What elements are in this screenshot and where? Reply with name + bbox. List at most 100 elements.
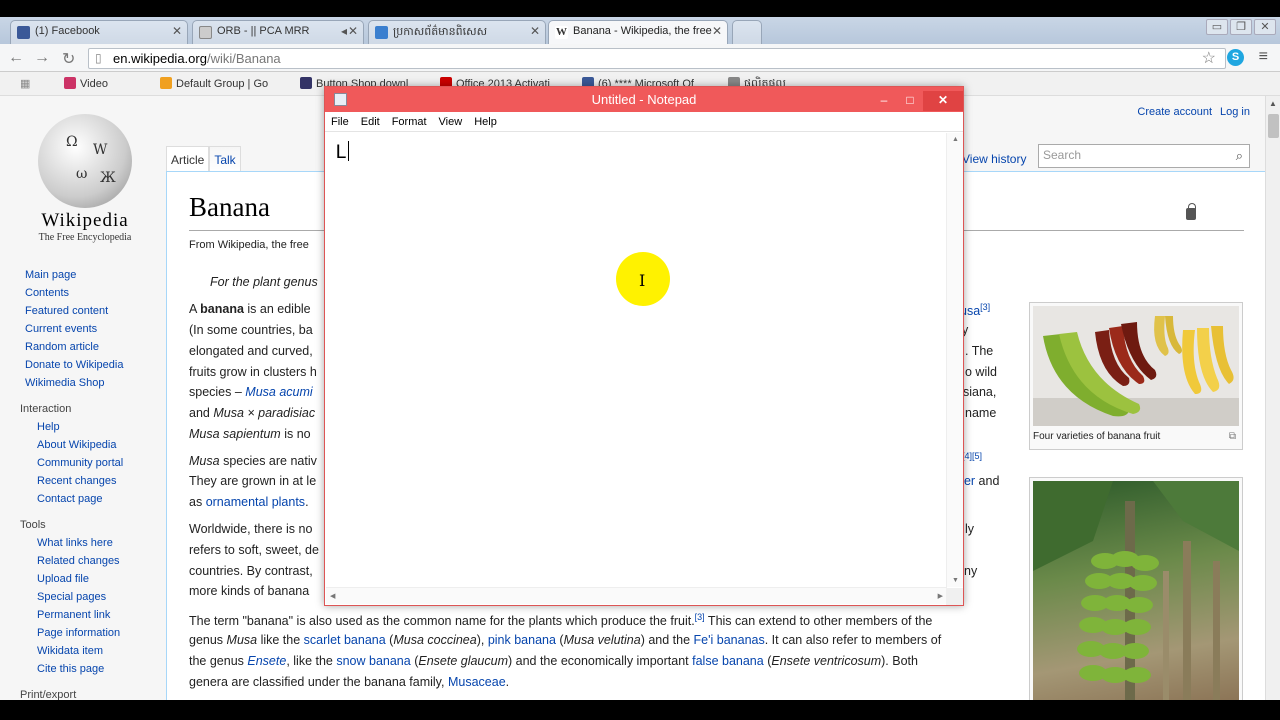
maximize-button[interactable]: □: [897, 91, 923, 111]
minimize-button[interactable]: –: [871, 91, 897, 111]
p3-line1: Worldwide, there is no: [189, 522, 313, 536]
scroll-right-icon[interactable]: ▶: [938, 592, 943, 600]
link-musaceae[interactable]: Musaceae: [448, 675, 506, 689]
address-bar[interactable]: ▯ en.wikipedia.org/wiki/Banana: [88, 48, 1226, 69]
sidebar-item-wikidata[interactable]: Wikidata item: [20, 642, 160, 660]
site-icon: [375, 26, 388, 39]
search-input[interactable]: Search ⌕: [1038, 144, 1250, 168]
sidebar-item-featured[interactable]: Featured content: [20, 302, 160, 320]
thumbnail-banana-varieties: Four varieties of banana fruit ⧉: [1029, 302, 1243, 450]
menu-format[interactable]: Format: [392, 112, 427, 132]
menu-help[interactable]: Help: [474, 112, 497, 132]
link-ensete[interactable]: Ensete: [247, 654, 286, 668]
menu-file[interactable]: File: [331, 112, 349, 132]
maximize-icon[interactable]: ❐: [1230, 19, 1252, 35]
screen: (1) Facebook ✕ ORB - || PCA MRR ◂ ✕ ប្រក…: [0, 0, 1280, 720]
scroll-down-icon[interactable]: ▼: [952, 577, 959, 584]
close-button[interactable]: ✕: [923, 91, 963, 111]
enlarge-icon[interactable]: ⧉: [1229, 431, 1236, 442]
create-account-link[interactable]: Create account: [1137, 106, 1212, 118]
sidebar-item-permanent[interactable]: Permanent link: [20, 606, 160, 624]
page-scrollbar[interactable]: ▲: [1265, 96, 1280, 700]
sidebar-item-page-info[interactable]: Page information: [20, 624, 160, 642]
lock-icon: [1186, 203, 1196, 220]
link-scarlet-banana[interactable]: scarlet banana: [304, 633, 386, 647]
close-icon[interactable]: ✕: [172, 24, 182, 38]
link-musa-acuminata[interactable]: Musa acumi: [245, 385, 312, 399]
tab-facebook[interactable]: (1) Facebook ✕: [10, 20, 188, 44]
sidebar-item-shop[interactable]: Wikimedia Shop: [20, 374, 160, 392]
search-icon[interactable]: ⌕: [1236, 148, 1243, 164]
sidebar-item-contact[interactable]: Contact page: [20, 490, 160, 508]
close-icon[interactable]: ✕: [712, 24, 722, 38]
sidebar-item-what-links[interactable]: What links here: [20, 534, 160, 552]
sidebar-item-upload[interactable]: Upload file: [20, 570, 160, 588]
sidebar-item-community[interactable]: Community portal: [20, 454, 160, 472]
link-false-banana[interactable]: false banana: [692, 654, 764, 668]
tab-talk[interactable]: Talk: [209, 146, 241, 174]
tab-article[interactable]: Article: [166, 146, 210, 174]
thumbnail-caption: Four varieties of banana fruit ⧉: [1033, 431, 1236, 442]
resize-grip[interactable]: [946, 588, 963, 605]
new-tab-button[interactable]: [732, 20, 762, 44]
scroll-up-icon[interactable]: ▲: [952, 136, 959, 143]
sidebar-heading-tools[interactable]: Tools: [20, 516, 160, 534]
close-icon[interactable]: ✕: [1254, 19, 1276, 35]
apps-icon[interactable]: ▦: [20, 77, 30, 90]
speaker-icon: ◂: [340, 24, 347, 38]
wikipedia-wordmark: Wikipedia: [41, 210, 129, 231]
notepad-text-area[interactable]: L: [326, 133, 947, 587]
sidebar-item-about[interactable]: About Wikipedia: [20, 436, 160, 454]
scroll-left-icon[interactable]: ◀: [330, 592, 335, 600]
notepad-vertical-scrollbar[interactable]: ▲ ▼: [946, 133, 963, 587]
close-icon[interactable]: ✕: [530, 24, 540, 38]
bookmark-item[interactable]: Default Group | Go: [160, 77, 268, 90]
bookmark-star-icon[interactable]: ☆: [1202, 48, 1216, 68]
tab-orb[interactable]: ORB - || PCA MRR ◂ ✕: [192, 20, 364, 44]
bookmark-icon: [300, 77, 312, 89]
tab-wikipedia[interactable]: W Banana - Wikipedia, the free ✕: [548, 20, 728, 44]
p3-line4: more kinds of banana: [189, 584, 310, 598]
sidebar-item-current-events[interactable]: Current events: [20, 320, 160, 338]
menu-edit[interactable]: Edit: [361, 112, 380, 132]
menu-icon[interactable]: ≡: [1259, 48, 1268, 66]
p1-right5: siana,: [963, 385, 997, 399]
notepad-horizontal-scrollbar[interactable]: ◀ ▶: [326, 587, 947, 604]
scrollbar-thumb[interactable]: [1268, 114, 1279, 138]
banana-plant-image[interactable]: [1033, 481, 1239, 703]
link-pink-banana[interactable]: pink banana: [488, 633, 556, 647]
sidebar-item-related-changes[interactable]: Related changes: [20, 552, 160, 570]
forward-icon[interactable]: →: [34, 49, 50, 67]
login-link[interactable]: Log in: [1220, 106, 1250, 118]
p1-line1: A banana is an edible: [189, 302, 311, 316]
sidebar-item-random[interactable]: Random article: [20, 338, 160, 356]
reload-icon[interactable]: ↻: [62, 49, 75, 69]
link-snow-banana[interactable]: snow banana: [336, 654, 410, 668]
scroll-up-icon[interactable]: ▲: [1269, 99, 1277, 108]
sidebar-item-help[interactable]: Help: [20, 418, 160, 436]
p1-line3: elongated and curved,: [189, 344, 313, 358]
sidebar-item-special[interactable]: Special pages: [20, 588, 160, 606]
sidebar-item-cite[interactable]: Cite this page: [20, 660, 160, 678]
wikipedia-logo[interactable]: ΩWωЖ Wikipedia The Free Encyclopedia: [25, 114, 145, 243]
back-icon[interactable]: ←: [8, 49, 24, 67]
tab-khmer-news[interactable]: ប្រកាសព័ត៌មានពិសេស ✕: [368, 20, 546, 44]
sidebar-heading-interaction[interactable]: Interaction: [20, 400, 160, 418]
bookmark-item[interactable]: Video: [64, 77, 108, 90]
banana-varieties-image[interactable]: [1033, 306, 1239, 426]
menu-view[interactable]: View: [439, 112, 463, 132]
tab-strip: (1) Facebook ✕ ORB - || PCA MRR ◂ ✕ ប្រក…: [0, 17, 1280, 44]
search-placeholder: Search: [1043, 148, 1082, 162]
window-controls: ▭ ❐ ✕: [1204, 19, 1276, 35]
sidebar-item-recent-changes[interactable]: Recent changes: [20, 472, 160, 490]
close-icon[interactable]: ✕: [348, 24, 358, 38]
sidebar-item-contents[interactable]: Contents: [20, 284, 160, 302]
view-history-tab[interactable]: View history: [962, 152, 1026, 166]
minimize-icon[interactable]: ▭: [1206, 19, 1228, 35]
link-ornamental[interactable]: ornamental plants: [206, 495, 305, 509]
link-fei-bananas[interactable]: Fe'i bananas: [694, 633, 765, 647]
sidebar-item-donate[interactable]: Donate to Wikipedia: [20, 356, 160, 374]
skype-icon[interactable]: S: [1227, 49, 1244, 66]
notepad-titlebar[interactable]: Untitled - Notepad – □ ✕: [325, 87, 963, 112]
sidebar-item-main-page[interactable]: Main page: [20, 266, 160, 284]
